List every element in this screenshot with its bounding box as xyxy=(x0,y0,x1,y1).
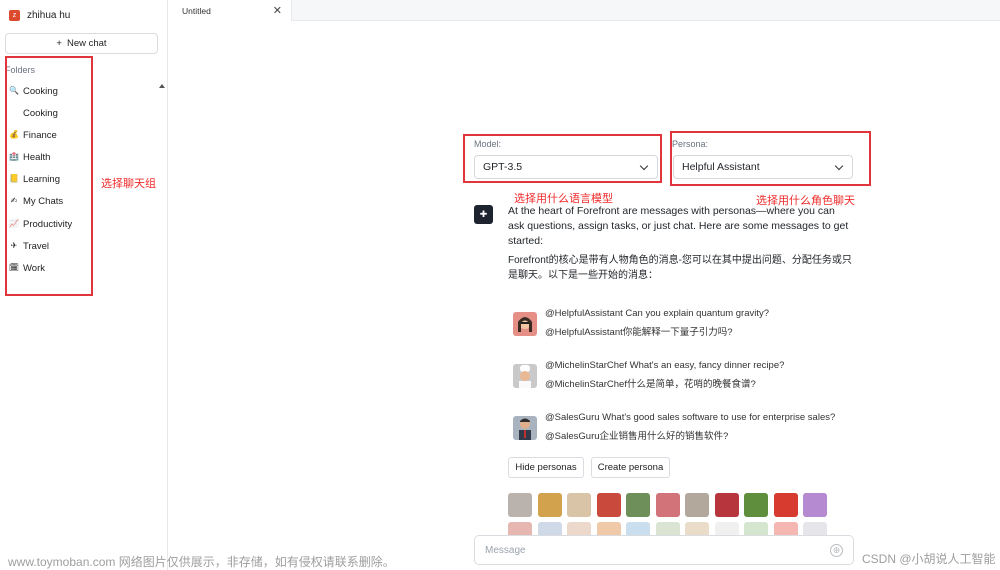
sample-message-en: @HelpfulAssistant Can you explain quantu… xyxy=(545,308,770,319)
message-input[interactable]: Message ⊕ xyxy=(474,535,854,565)
user-profile[interactable]: z zhihua hu xyxy=(9,10,70,21)
persona-avatar[interactable] xyxy=(803,493,827,517)
tab-bar: Untitled ✕ xyxy=(168,0,1000,21)
send-icon[interactable]: ⊕ xyxy=(830,544,843,557)
new-chat-button[interactable]: + New chat xyxy=(5,33,158,54)
watermark-left: www.toymoban.com 网络图片仅供展示，非存储，如有侵权请联系删除。 xyxy=(8,555,395,569)
persona-avatar[interactable] xyxy=(744,493,768,517)
sample-message-cn: @SalesGuru企业销售用什么好的销售软件? xyxy=(545,431,729,442)
user-avatar: z xyxy=(9,10,20,21)
persona-avatar[interactable] xyxy=(655,493,680,517)
collapse-caret-icon[interactable] xyxy=(159,84,165,88)
persona-avatar[interactable] xyxy=(596,493,621,517)
annotation-folders-note: 选择聊天组 xyxy=(101,178,156,190)
persona-avatar xyxy=(513,364,537,388)
sample-message-en: @MichelinStarChef What's an easy, fancy … xyxy=(545,360,785,371)
annotation-box-folders xyxy=(5,56,93,296)
persona-avatar[interactable] xyxy=(685,493,709,517)
persona-avatar[interactable] xyxy=(537,493,562,517)
watermark-right: CSDN @小胡说人工智能 xyxy=(862,552,996,566)
plus-icon: + xyxy=(56,38,62,49)
persona-avatar xyxy=(513,312,537,336)
user-name: zhihua hu xyxy=(27,10,71,21)
tab-label: Untitled xyxy=(182,5,211,16)
intro-text-cn: Forefront的核心是带有人物角色的消息-您可以在其中提出问题、分配任务或只… xyxy=(508,255,852,281)
new-chat-label: New chat xyxy=(66,38,107,49)
sample-message-en: @SalesGuru What's good sales software to… xyxy=(545,412,836,423)
persona-avatar[interactable] xyxy=(626,493,650,517)
close-icon[interactable]: ✕ xyxy=(273,4,282,17)
annotation-box-model xyxy=(463,134,662,183)
persona-avatar xyxy=(513,416,537,440)
message-placeholder: Message xyxy=(485,544,526,556)
persona-avatar[interactable] xyxy=(714,493,739,517)
forefront-logo-icon: ✚ xyxy=(474,205,493,224)
persona-avatar[interactable] xyxy=(567,493,591,517)
persona-avatar[interactable] xyxy=(508,493,532,517)
sample-message-cn: @HelpfulAssistant你能解释一下量子引力吗? xyxy=(545,327,733,338)
create-persona-button[interactable]: Create persona xyxy=(591,457,670,478)
persona-avatar[interactable] xyxy=(773,493,798,517)
tab-untitled[interactable]: Untitled ✕ xyxy=(168,0,292,21)
hide-personas-button[interactable]: Hide personas xyxy=(508,457,584,478)
annotation-box-persona xyxy=(670,131,871,186)
intro-text: At the heart of Forefront are messages w… xyxy=(508,205,849,247)
sample-message-cn: @MichelinStarChef什么是简单，花哨的晚餐食谱? xyxy=(545,379,756,390)
